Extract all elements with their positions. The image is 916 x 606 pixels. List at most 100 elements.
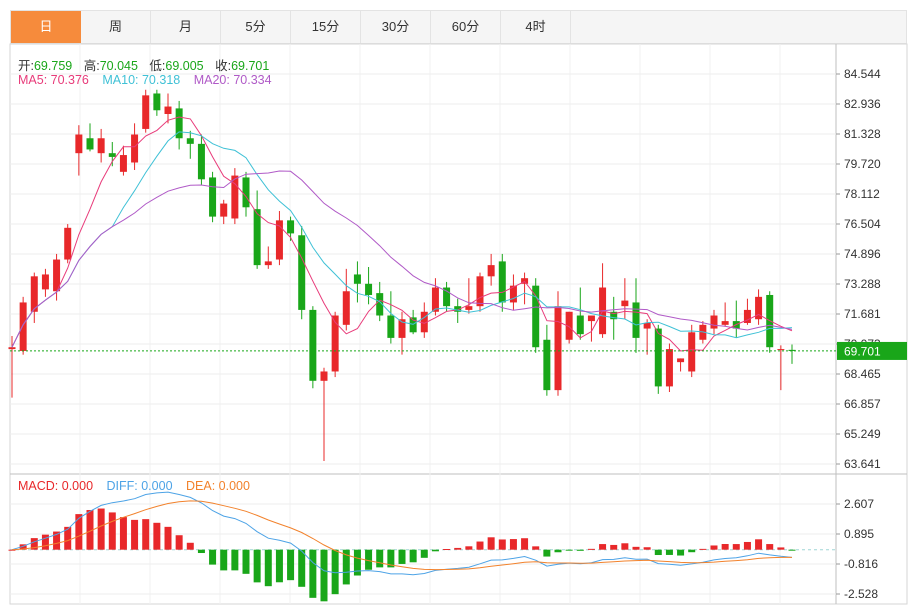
candle-body-55 <box>621 300 629 307</box>
candle-body-6 <box>75 134 83 154</box>
candle-body-57 <box>643 322 651 329</box>
candle-body-52 <box>587 315 595 322</box>
macd-tick-label-3: -2.528 <box>844 587 878 601</box>
price-tick-label-10: 68.465 <box>844 367 881 381</box>
macd-readout: MACD: 0.000 DIFF: 0.000 DEA: 0.000 <box>18 479 250 493</box>
macd-bar-13 <box>153 522 161 550</box>
close-value: 69.701 <box>231 59 270 73</box>
price-tick-label-2: 81.328 <box>844 127 881 141</box>
candle-body-19 <box>220 203 228 217</box>
candle-body-21 <box>242 177 250 208</box>
macd-bar-8 <box>97 508 105 550</box>
candle-body-48 <box>543 339 551 391</box>
macd-bar-6 <box>75 514 83 550</box>
macd-bar-58 <box>654 549 662 556</box>
macd-label: MACD: <box>18 479 62 493</box>
macd-bar-65 <box>732 544 740 550</box>
macd-layer <box>8 491 836 602</box>
macd-bar-56 <box>632 546 640 550</box>
macd-bar-59 <box>665 549 673 555</box>
open-label: 开: <box>18 59 34 73</box>
candle-body-51 <box>576 315 584 335</box>
ma5-label: MA5: <box>18 73 51 87</box>
diff-label: DIFF: <box>106 479 142 493</box>
macd-bar-55 <box>621 543 629 550</box>
ma-readout: MA5: 70.376 MA10: 70.318 MA20: 70.334 <box>18 73 272 87</box>
macd-bar-19 <box>220 549 228 571</box>
ohlc-readout: 开:69.759 高:70.045 低:69.005 收:69.701 <box>18 55 269 74</box>
price-tick-label-11: 66.857 <box>844 397 881 411</box>
macd-bar-36 <box>409 549 417 563</box>
dea-label: DEA: <box>186 479 219 493</box>
candle-body-14 <box>164 106 172 115</box>
high-value: 70.045 <box>99 59 138 73</box>
candle-body-17 <box>197 143 205 180</box>
macd-bar-21 <box>242 549 250 574</box>
macd-bar-54 <box>610 544 618 550</box>
candles-layer <box>8 89 796 462</box>
macd-bar-27 <box>309 549 317 598</box>
candle-body-11 <box>131 134 139 163</box>
candle-body-38 <box>431 287 439 312</box>
ma20-label: MA20: <box>193 73 234 87</box>
macd-bar-41 <box>465 546 473 550</box>
candle-body-22 <box>253 209 261 266</box>
macd-bar-12 <box>142 519 150 550</box>
candle-body-42 <box>476 276 484 307</box>
ma10-value: 70.318 <box>141 73 181 87</box>
price-tick-label-8: 71.681 <box>844 307 881 321</box>
macd-bar-48 <box>543 549 551 557</box>
open-value: 69.759 <box>33 59 73 73</box>
macd-bar-62 <box>699 548 707 550</box>
macd-bar-28 <box>320 549 328 602</box>
price-tick-label-1: 82.936 <box>844 97 881 111</box>
diff-value: 0.000 <box>141 479 173 493</box>
candle-body-29 <box>331 315 339 372</box>
macd-bar-16 <box>186 542 194 550</box>
macd-tick-label-0: 2.607 <box>844 497 874 511</box>
macd-bar-69 <box>777 547 785 550</box>
high-label: 高: <box>83 59 100 73</box>
candle-body-12 <box>142 95 150 129</box>
macd-bar-45 <box>509 539 517 550</box>
ma10-label: MA10: <box>102 73 142 87</box>
macd-bar-63 <box>710 545 718 550</box>
candle-body-9 <box>108 153 116 157</box>
candle-body-25 <box>287 220 295 234</box>
close-label: 收: <box>215 59 232 73</box>
macd-bar-10 <box>119 517 127 550</box>
price-tick-label-5: 76.504 <box>844 217 881 231</box>
macd-bar-39 <box>443 549 451 551</box>
macd-bar-57 <box>643 547 651 550</box>
price-tick-label-3: 79.720 <box>844 157 881 171</box>
low-value: 69.005 <box>165 59 204 73</box>
candle-body-59 <box>665 349 673 387</box>
macd-bar-53 <box>599 544 607 550</box>
candle-body-13 <box>153 93 161 111</box>
candle-body-56 <box>632 302 640 338</box>
macd-bar-9 <box>108 512 116 550</box>
candle-body-5 <box>64 227 72 260</box>
candlestick-chart: 84.544 82.936 81.328 79.720 78.112 76.504 74.8… <box>8 43 908 605</box>
price-tick-label-7: 73.288 <box>844 277 881 291</box>
macd-bar-15 <box>175 535 183 550</box>
macd-bar-11 <box>131 519 139 550</box>
candle-body-69 <box>777 349 785 351</box>
candle-body-47 <box>532 285 540 348</box>
macd-bar-47 <box>532 546 540 550</box>
macd-bar-64 <box>721 544 729 550</box>
macd-bar-18 <box>209 549 217 565</box>
candle-body-26 <box>298 235 306 310</box>
price-tick-label-12: 65.249 <box>844 427 881 441</box>
candle-body-10 <box>119 155 127 172</box>
candle-body-60 <box>677 358 685 363</box>
macd-bar-43 <box>487 537 495 550</box>
macd-bar-68 <box>766 544 774 550</box>
candle-body-43 <box>487 265 495 277</box>
candle-body-1 <box>19 302 27 351</box>
macd-bar-38 <box>431 549 439 552</box>
candle-body-61 <box>688 332 696 372</box>
candle-body-49 <box>554 306 562 391</box>
macd-bar-67 <box>755 539 763 550</box>
macd-bar-20 <box>231 549 239 571</box>
